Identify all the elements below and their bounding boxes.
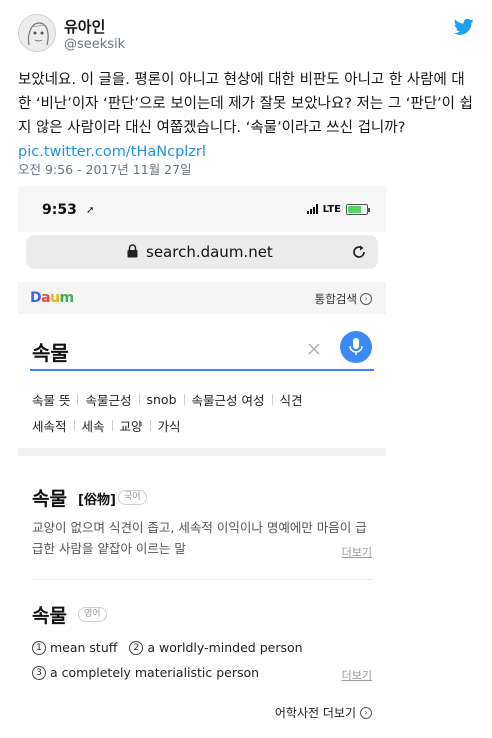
suggestion-item[interactable]: 식견 <box>280 390 303 409</box>
meaning-text: a worldly-minded person <box>147 640 303 655</box>
english-entry-word[interactable]: 속물 <box>32 601 67 628</box>
divider <box>77 394 79 405</box>
lock-icon <box>127 244 138 258</box>
suggestion-item[interactable]: 세속 <box>82 416 105 435</box>
microphone-icon <box>349 338 363 355</box>
twitter-bird-icon[interactable] <box>454 18 474 36</box>
number-badge: 3 <box>32 665 46 680</box>
status-time: 9:53 <box>42 202 77 218</box>
korean-dictionary-tag: 국어 <box>118 490 147 505</box>
english-meanings-row-1: 1 mean stuff 2 a worldly-minded person <box>32 640 303 655</box>
location-arrow-icon: ➚ <box>86 205 95 216</box>
author-handle[interactable]: @seeksik <box>64 37 125 52</box>
reload-icon[interactable] <box>350 243 368 261</box>
author-name[interactable]: 유아인 <box>64 16 105 37</box>
suggestion-item[interactable]: 속물근성 <box>85 390 131 409</box>
attached-screenshot[interactable]: 9:53 ➚ LTE search.daum.net Daum 통합검색 › 속… <box>18 186 386 738</box>
korean-entry-word[interactable]: 속물 <box>32 484 67 511</box>
clear-icon[interactable] <box>306 341 322 357</box>
tweet-text: 보았네요. 이 글을. 평론이 아니고 현상에 대한 비판도 아니고 한 사람에… <box>18 68 478 164</box>
suggestion-row-1: 속물 뜻 속물근성 snob 속물근성 여성 식견 <box>32 390 382 409</box>
tweet-timestamp[interactable]: 오전 9:56 - 2017년 11월 27일 <box>18 159 192 178</box>
dictionary-more-label: 어학사전 더보기 <box>274 706 356 720</box>
number-badge: 2 <box>129 640 144 655</box>
number-badge: 1 <box>32 640 46 655</box>
integrated-search-button[interactable]: 통합검색 › <box>315 291 372 307</box>
meaning-text: mean stuff <box>50 640 118 655</box>
suggestion-item[interactable]: 세속적 <box>32 416 67 435</box>
signal-icon <box>306 204 318 214</box>
avatar-sketch-icon <box>19 15 55 51</box>
chevron-right-icon: › <box>360 706 372 719</box>
url-bar[interactable]: search.daum.net <box>26 235 378 269</box>
english-more-link[interactable]: 더보기 <box>342 667 372 683</box>
integrated-search-label: 통합검색 <box>314 292 357 306</box>
daum-logo[interactable]: Daum <box>30 290 74 306</box>
divider <box>138 394 140 405</box>
battery-fill <box>348 205 361 213</box>
phone-status-bar: 9:53 ➚ LTE <box>18 186 386 232</box>
voice-search-button[interactable] <box>340 331 372 363</box>
english-dictionary-tag: 영어 <box>78 607 107 622</box>
divider <box>73 420 75 431</box>
suggestion-item[interactable]: snob <box>147 392 177 407</box>
suggestion-row-2: 세속적 세속 교양 가식 <box>32 416 382 435</box>
korean-entry-hanja: [俗物] <box>78 493 116 508</box>
divider <box>183 394 185 405</box>
korean-definition: 교양이 없으며 식견이 좁고, 세속적 이익이나 명예에만 마음이 급급한 사람… <box>32 520 367 556</box>
entry-divider <box>32 579 372 580</box>
chevron-right-icon: › <box>360 293 372 305</box>
section-divider <box>18 448 386 456</box>
divider <box>111 420 113 431</box>
english-meanings-row-2: 3 a completely materialistic person <box>32 665 259 680</box>
avatar[interactable] <box>18 14 56 52</box>
dictionary-more-button[interactable]: 어학사전 더보기 › <box>275 704 372 721</box>
daum-header: Daum 통합검색 › <box>18 282 386 314</box>
korean-more-link[interactable]: 더보기 <box>342 544 372 560</box>
url-text: search.daum.net <box>146 243 273 261</box>
status-indicators: LTE <box>306 203 370 215</box>
suggestion-item[interactable]: 교양 <box>120 416 143 435</box>
tweet-body: 보았네요. 이 글을. 평론이 아니고 현상에 대한 비판도 아니고 한 사람에… <box>18 72 473 136</box>
tweet-image-link[interactable]: pic.twitter.com/tHaNcplzrl <box>18 144 206 160</box>
network-label: LTE <box>322 203 341 215</box>
suggestion-item[interactable]: 가식 <box>158 416 181 435</box>
divider <box>149 420 151 431</box>
suggestion-item[interactable]: 속물 뜻 <box>32 390 70 409</box>
meaning-text: a completely materialistic person <box>50 665 260 680</box>
tweet-header: 유아인 @seeksik <box>18 14 474 58</box>
divider <box>271 394 273 405</box>
search-input[interactable]: 속물 <box>32 337 69 366</box>
suggestion-item[interactable]: 속물근성 여성 <box>192 390 265 409</box>
search-box[interactable]: 속물 <box>30 327 374 371</box>
battery-icon <box>346 203 370 215</box>
